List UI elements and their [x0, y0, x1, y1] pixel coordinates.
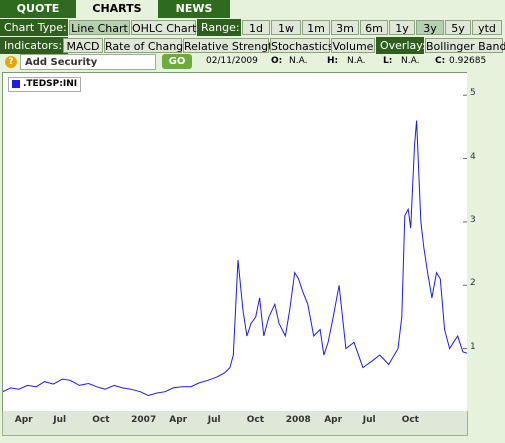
- x-tick-label: Jul: [362, 415, 376, 425]
- x-tick-label: Jul: [53, 415, 67, 425]
- y-tick-label: 3: [470, 214, 476, 225]
- y-tick-label: 4: [470, 151, 476, 162]
- open-label: O:: [271, 56, 283, 66]
- indicator-relative-strength-button[interactable]: Relative Strength: [183, 38, 279, 53]
- x-tick-label: Jul: [207, 415, 221, 425]
- line-chart-button[interactable]: Line Chart: [69, 20, 130, 35]
- tab-charts[interactable]: CHARTS: [76, 0, 158, 18]
- close-label: C:: [435, 56, 446, 66]
- indicator-rate-of-change-button[interactable]: Rate of Change: [104, 38, 190, 53]
- low-value: N.A.: [401, 56, 420, 66]
- range-1d-button[interactable]: 1d: [242, 20, 270, 35]
- range-6m-button[interactable]: 6m: [360, 20, 388, 35]
- high-value: N.A.: [347, 56, 366, 66]
- x-tick-label: Oct: [246, 415, 265, 425]
- go-button[interactable]: GO: [162, 54, 192, 69]
- price-chart: [2, 94, 468, 397]
- open-value: N.A.: [289, 56, 308, 66]
- overlay-bollinger-bands-button[interactable]: Bollinger Bands: [425, 38, 505, 53]
- range-1y-button[interactable]: 1y: [389, 20, 415, 35]
- overlay-label: Overlay:: [376, 37, 426, 54]
- chart-legend: .TEDSP:INI: [8, 77, 82, 92]
- low-label: L:: [383, 56, 393, 66]
- ohlc-chart-button[interactable]: OHLC Chart: [131, 20, 196, 35]
- series-line: [2, 120, 468, 397]
- range-3m-button[interactable]: 3m: [331, 20, 359, 35]
- x-tick-label: 2008: [285, 415, 311, 425]
- quote-date: 02/11/2009: [206, 56, 258, 66]
- y-tick-label: 5: [470, 88, 476, 99]
- y-tick-label: 2: [470, 278, 476, 289]
- legend-swatch: [12, 80, 20, 88]
- tab-quote[interactable]: QUOTE: [0, 0, 76, 18]
- range-1w-button[interactable]: 1w: [271, 20, 301, 35]
- range-1m-button[interactable]: 1m: [302, 20, 330, 35]
- range-label: Range:: [197, 19, 241, 36]
- x-axis: [2, 411, 468, 436]
- tab-bar: QUOTE CHARTS NEWS: [0, 0, 505, 18]
- indicator-stochastics-button[interactable]: Stochastics: [270, 38, 334, 53]
- indicator-volume-button[interactable]: Volume: [331, 38, 375, 53]
- chart-type-label: Chart Type:: [0, 19, 68, 36]
- indicators-row: Indicators: MACD Rate of Change Relative…: [0, 37, 505, 54]
- help-icon[interactable]: ?: [5, 56, 17, 68]
- high-label: H:: [327, 56, 339, 66]
- x-tick-label: Oct: [401, 415, 419, 425]
- add-security-input[interactable]: [20, 54, 156, 70]
- x-tick-label: Apr: [14, 415, 33, 425]
- indicator-macd-button[interactable]: MACD: [63, 38, 103, 53]
- range-3y-button[interactable]: 3y: [416, 20, 444, 35]
- y-axis: [467, 72, 497, 411]
- x-tick-label: Apr: [324, 415, 343, 425]
- x-tick-label: 2007: [131, 415, 157, 425]
- y-tick-label: 1: [470, 341, 476, 352]
- tab-news[interactable]: NEWS: [158, 0, 230, 18]
- range-ytd-button[interactable]: ytd: [472, 20, 502, 35]
- x-tick-label: Apr: [169, 415, 188, 425]
- close-value: 0.92685: [449, 56, 487, 66]
- x-tick-label: Oct: [92, 415, 110, 425]
- chart-type-row: Chart Type: Line Chart OHLC Chart Range:…: [0, 19, 505, 36]
- legend-label: .TEDSP:INI: [23, 79, 78, 89]
- indicators-label: Indicators:: [0, 37, 68, 54]
- chart-area[interactable]: [2, 72, 468, 413]
- range-5y-button[interactable]: 5y: [445, 20, 471, 35]
